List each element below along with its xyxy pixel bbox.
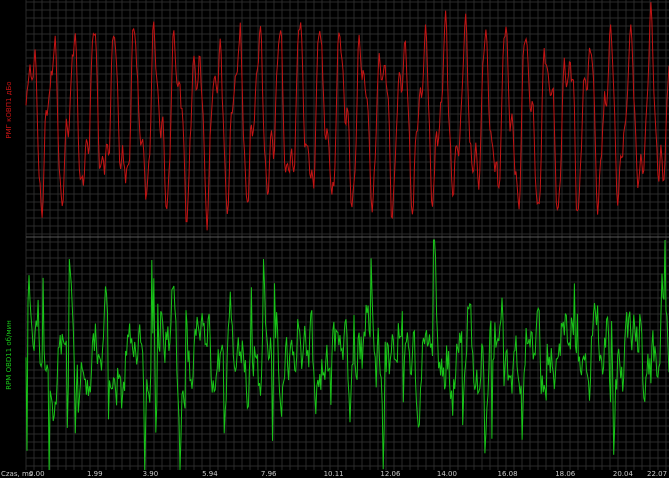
x-tick-label: 1.99 [87,470,103,478]
bottom-panel-ylabel: RPM OBD11 об/мин [5,320,13,390]
x-tick-label: 0.00 [29,470,45,478]
x-tick-label: 16.08 [498,470,518,478]
x-tick-label: 5.94 [202,470,218,478]
x-tick-label: 3.90 [143,470,159,478]
top-panel-ylabel: РМГ кОВП1 дБо [5,81,13,138]
x-tick-label: 12.06 [380,470,401,478]
x-tick-label: 7.96 [261,470,277,478]
x-tick-label: 10.11 [324,470,344,478]
x-tick-label: 20.04 [613,470,634,478]
x-tick-label: 14.00 [437,470,457,478]
x-axis-label: Czas, ms [1,470,33,478]
oscilloscope-chart: РМГ кОВП1 дБо RPM OBD11 об/мин Czas, ms … [0,0,669,478]
x-tick-label: 18.06 [555,470,576,478]
x-tick-label: 22.07 [647,470,667,478]
